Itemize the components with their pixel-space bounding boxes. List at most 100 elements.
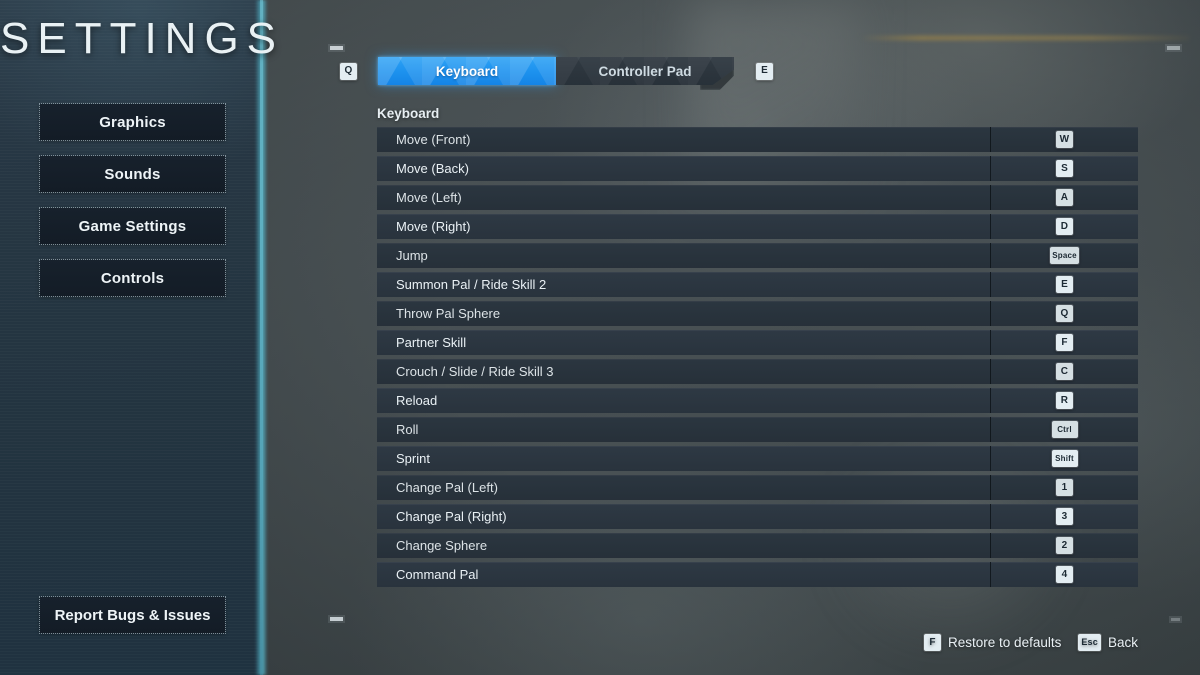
keybinding-key-cell[interactable]: 1 — [990, 475, 1138, 500]
footer-hint-key-icon: F — [924, 634, 942, 651]
keybinding-key-cell[interactable]: S — [990, 156, 1138, 181]
keybinding-row[interactable]: Roll Ctrl — [377, 417, 1138, 442]
keybinding-row[interactable]: Move (Right) D — [377, 214, 1138, 239]
panel-corner-top-left — [330, 46, 343, 50]
sidebar-item-label: Controls — [100, 269, 165, 287]
keybinding-row[interactable]: Move (Front) W — [377, 127, 1138, 152]
keycap-icon: S — [1056, 160, 1073, 177]
keycap-icon: 4 — [1056, 566, 1073, 583]
keybinding-key-cell[interactable]: C — [990, 359, 1138, 384]
keybinding-action-label: Jump — [377, 243, 990, 268]
keycap-icon: Ctrl — [1051, 421, 1078, 438]
keybinding-key-cell[interactable]: W — [990, 127, 1138, 152]
sidebar-item-sounds[interactable]: Sounds — [39, 155, 226, 193]
footer-hint-key-icon: Esc — [1078, 634, 1101, 651]
footer-hint[interactable]: F Restore to defaults — [924, 634, 1061, 651]
sidebar-item-label: Graphics — [99, 113, 166, 131]
keycap-icon: E — [1056, 276, 1073, 293]
keybinding-key-cell[interactable]: R — [990, 388, 1138, 413]
report-bugs-button[interactable]: Report Bugs & Issues — [39, 596, 226, 634]
keybinding-row[interactable]: Jump Space — [377, 243, 1138, 268]
keycap-icon: 1 — [1056, 479, 1073, 496]
footer-hint-label: Back — [1107, 635, 1138, 650]
panel-corner-bottom-right — [1171, 618, 1180, 621]
keybinding-action-label: Move (Back) — [377, 156, 990, 181]
keybinding-row[interactable]: Change Pal (Left) 1 — [377, 475, 1138, 500]
keybinding-action-label: Summon Pal / Ride Skill 2 — [377, 272, 990, 297]
keybinding-key-cell[interactable]: D — [990, 214, 1138, 239]
keybinding-row[interactable]: Crouch / Slide / Ride Skill 3 C — [377, 359, 1138, 384]
sidebar-item-graphics[interactable]: Graphics — [39, 103, 226, 141]
sidebar — [0, 0, 262, 675]
tab-label: Controller Pad — [598, 63, 692, 79]
keybinding-action-label: Crouch / Slide / Ride Skill 3 — [377, 359, 990, 384]
keybinding-action-label: Move (Right) — [377, 214, 990, 239]
keybinding-action-label: Partner Skill — [377, 330, 990, 355]
keybinding-row[interactable]: Move (Left) A — [377, 185, 1138, 210]
keycap-icon: 3 — [1056, 508, 1073, 525]
panel-corner-bottom-left — [330, 617, 343, 621]
keybinding-list: Move (Front) W Move (Back) S Move (Left) A Mov… — [377, 127, 1138, 591]
keybinding-action-label: Throw Pal Sphere — [377, 301, 990, 326]
keybinding-key-cell[interactable]: Shift — [990, 446, 1138, 471]
keybinding-key-cell[interactable]: 3 — [990, 504, 1138, 529]
keycap-icon: W — [1056, 131, 1073, 148]
tab-controller-pad[interactable]: Controller Pad — [556, 57, 734, 85]
tab-prev-key-icon[interactable]: Q — [340, 62, 357, 80]
keycap-icon: D — [1056, 218, 1073, 235]
keybinding-action-label: Sprint — [377, 446, 990, 471]
keycap-icon: 2 — [1056, 537, 1073, 554]
keycap-icon: C — [1056, 363, 1073, 380]
keybinding-key-cell[interactable]: Q — [990, 301, 1138, 326]
tab-label: Keyboard — [435, 63, 499, 79]
sidebar-item-label: Game Settings — [78, 217, 187, 235]
sidebar-edge-line — [260, 0, 263, 675]
keybinding-row[interactable]: Command Pal 4 — [377, 562, 1138, 587]
keybinding-key-cell[interactable]: A — [990, 185, 1138, 210]
tab-next-key-icon[interactable]: E — [756, 62, 773, 80]
sidebar-nav: Graphics Sounds Game Settings Controls — [39, 103, 226, 312]
keybinding-key-cell[interactable]: E — [990, 272, 1138, 297]
section-label: Keyboard — [377, 106, 440, 121]
sidebar-item-game-settings[interactable]: Game Settings — [39, 207, 226, 245]
keybinding-action-label: Command Pal — [377, 562, 990, 587]
keybinding-action-label: Move (Front) — [377, 127, 990, 152]
keycap-icon: A — [1056, 189, 1073, 206]
keycap-icon: Shift — [1051, 450, 1078, 467]
tab-bar: Q Keyboard Controller Pad E — [340, 57, 773, 85]
keybinding-action-label: Change Sphere — [377, 533, 990, 558]
keybinding-action-label: Move (Left) — [377, 185, 990, 210]
settings-screen: SETTINGS Graphics Sounds Game Settings C… — [0, 0, 1200, 675]
tab-list: Keyboard Controller Pad — [378, 57, 734, 85]
keybinding-key-cell[interactable]: 4 — [990, 562, 1138, 587]
sidebar-item-label: Sounds — [104, 165, 161, 183]
keybinding-key-cell[interactable]: Ctrl — [990, 417, 1138, 442]
keycap-icon: R — [1056, 392, 1073, 409]
page-title: SETTINGS — [0, 14, 285, 63]
keybinding-row[interactable]: Partner Skill F — [377, 330, 1138, 355]
keybinding-action-label: Change Pal (Left) — [377, 475, 990, 500]
keybinding-key-cell[interactable]: F — [990, 330, 1138, 355]
keybinding-row[interactable]: Move (Back) S — [377, 156, 1138, 181]
panel-corner-top-right — [1167, 46, 1180, 50]
keybinding-row[interactable]: Reload R — [377, 388, 1138, 413]
keybinding-action-label: Change Pal (Right) — [377, 504, 990, 529]
keybinding-row[interactable]: Change Pal (Right) 3 — [377, 504, 1138, 529]
footer-hint[interactable]: Esc Back — [1078, 634, 1138, 651]
footer-hint-label: Restore to defaults — [948, 635, 1062, 650]
keycap-icon: Space — [1050, 247, 1079, 264]
keybinding-row[interactable]: Sprint Shift — [377, 446, 1138, 471]
keybinding-key-cell[interactable]: Space — [990, 243, 1138, 268]
keybinding-row[interactable]: Change Sphere 2 — [377, 533, 1138, 558]
sidebar-item-controls[interactable]: Controls — [39, 259, 226, 297]
keycap-icon: Q — [1056, 305, 1073, 322]
keybinding-action-label: Reload — [377, 388, 990, 413]
report-bugs-label: Report Bugs & Issues — [54, 606, 211, 624]
footer-hints: F Restore to defaults Esc Back — [924, 634, 1138, 651]
keybinding-action-label: Roll — [377, 417, 990, 442]
keybinding-row[interactable]: Summon Pal / Ride Skill 2 E — [377, 272, 1138, 297]
tab-keyboard[interactable]: Keyboard — [378, 57, 556, 85]
keybinding-key-cell[interactable]: 2 — [990, 533, 1138, 558]
keybinding-row[interactable]: Throw Pal Sphere Q — [377, 301, 1138, 326]
keycap-icon: F — [1056, 334, 1073, 351]
